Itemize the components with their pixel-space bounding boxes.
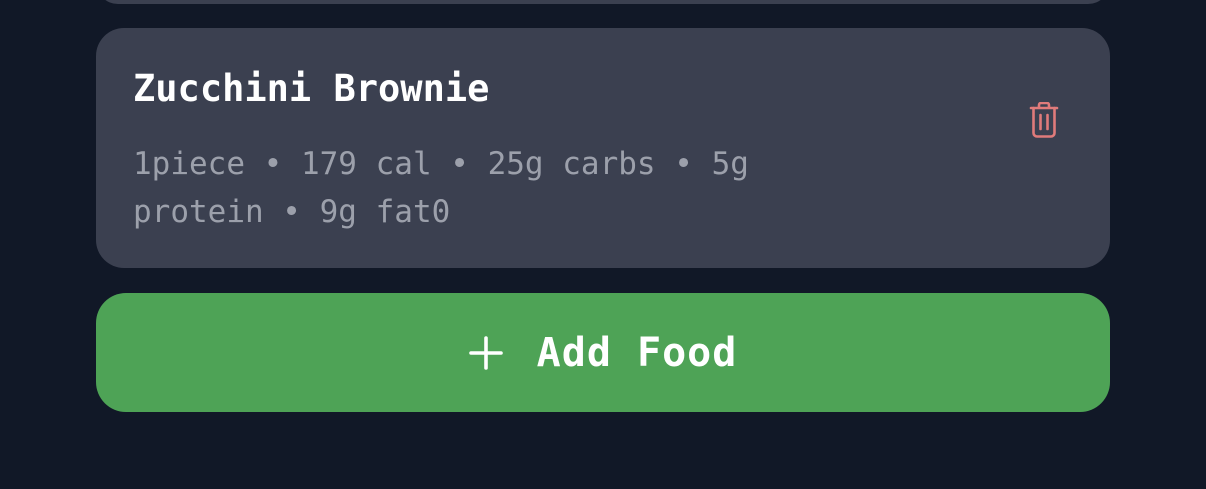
page: Zucchini Brownie 1piece • 179 cal • 25g …	[0, 0, 1206, 489]
delete-food-button[interactable]	[1016, 92, 1072, 148]
food-card[interactable]: Zucchini Brownie 1piece • 179 cal • 25g …	[96, 28, 1110, 268]
trash-icon	[1029, 102, 1059, 138]
add-food-button[interactable]: Add Food	[96, 293, 1110, 412]
previous-food-card[interactable]	[96, 0, 1110, 4]
plus-icon	[468, 335, 503, 370]
food-details: 1piece • 179 cal • 25g carbs • 5g protei…	[133, 146, 749, 230]
add-food-label: Add Food	[536, 329, 738, 376]
food-name: Zucchini Brownie	[133, 67, 490, 110]
